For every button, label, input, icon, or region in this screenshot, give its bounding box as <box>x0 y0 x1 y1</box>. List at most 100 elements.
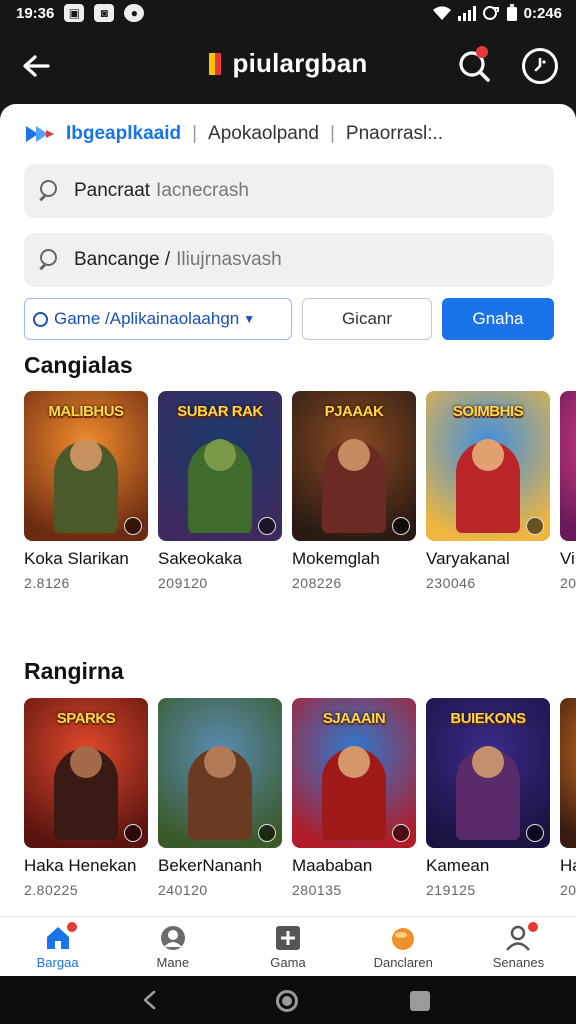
breadcrumb-brand[interactable]: Ibgeaplkaaid <box>66 123 181 145</box>
apply-button[interactable]: Gnaha <box>442 298 554 340</box>
circle-icon <box>33 311 48 327</box>
chevron-down-icon: ▼ <box>243 312 256 326</box>
nav-item[interactable]: Bargaa <box>0 917 115 976</box>
game-thumbnail[interactable] <box>560 698 576 848</box>
game-tile[interactable]: PJAAAK Mokemglah 208226 <box>292 391 416 591</box>
search-icon <box>459 51 490 82</box>
nav-label: Senanes <box>492 955 545 970</box>
game-downloads: 219125 <box>426 882 476 898</box>
system-back-icon[interactable] <box>140 990 160 1010</box>
game-title: Koka Slarikan <box>24 549 129 568</box>
category-search-input[interactable]: Bancange / Iliujrnasvash <box>24 233 554 287</box>
clear-button[interactable]: Gicanr <box>302 298 432 340</box>
nav-label: Bargaa <box>36 955 79 970</box>
game-logo-text: SJAAAIN <box>322 710 386 727</box>
gamepad-icon <box>274 925 302 951</box>
character-head <box>472 746 504 778</box>
game-art <box>560 698 576 848</box>
search-input[interactable]: Pancraat Iacnecrash <box>24 164 554 218</box>
game-downloads: 209120 <box>158 575 208 591</box>
timer-button[interactable] <box>522 48 558 84</box>
app-bar: piulargban <box>0 26 576 104</box>
character-head <box>338 746 370 778</box>
verified-badge-icon <box>526 517 544 535</box>
section-title: Cangialas <box>24 352 133 378</box>
search-button[interactable] <box>454 46 494 84</box>
game-tile[interactable]: SPARKS Haka Henekan 2.80225 <box>24 698 148 898</box>
notification-dot <box>476 46 488 58</box>
game-tile[interactable]: Ha 20 <box>560 698 576 898</box>
game-title: Mokemglah <box>292 549 380 568</box>
game-logo-text: PJAAAK <box>324 403 384 420</box>
status-time: 19:36 <box>16 4 55 22</box>
game-thumbnail[interactable]: SUBAR RAK <box>158 391 282 541</box>
nav-label: Danclaren <box>373 955 433 970</box>
game-thumbnail[interactable] <box>158 698 282 848</box>
character-head <box>204 746 236 778</box>
game-tile[interactable]: SOIMBHIS Varyakanal 230046 <box>426 391 550 591</box>
game-thumbnail[interactable]: SOIMBHIS <box>426 391 550 541</box>
timer-icon <box>534 57 546 72</box>
game-title: Haka Henekan <box>24 856 137 875</box>
game-thumbnail[interactable]: BUIEKONS <box>426 698 550 848</box>
game-thumbnail[interactable]: MALIBHUS <box>24 391 148 541</box>
game-tile[interactable]: MALIBHUS Koka Slarikan 2.8126 <box>24 391 148 591</box>
status-bar: 19:36 ▣ ◙ ● 0:246 <box>0 0 576 26</box>
app-title: piulargban <box>232 48 368 78</box>
content-card: Ibgeaplkaaid | Apokaolpand | Pnaorrasl:.… <box>0 104 576 916</box>
nav-item[interactable]: Gama <box>230 917 345 976</box>
game-downloads: 20 <box>560 575 576 591</box>
nav-item[interactable]: Mane <box>115 917 230 976</box>
system-home-icon[interactable] <box>276 990 298 1012</box>
filter-bar: Game /Aplikainaolaahgn ▼ Gicanr Gnaha <box>24 298 554 340</box>
game-tile[interactable]: SUBAR RAK Sakeokaka 209120 <box>158 391 282 591</box>
game-downloads: 2.8126 <box>24 575 70 591</box>
character-head <box>204 439 236 471</box>
game-tile[interactable]: SJAAAIN Maababan 280135 <box>292 698 416 898</box>
category-dropdown[interactable]: Game /Aplikainaolaahgn ▼ <box>24 298 292 340</box>
game-thumbnail[interactable]: SPARKS <box>24 698 148 848</box>
game-thumbnail[interactable]: PJAAAK <box>292 391 416 541</box>
system-nav-bar <box>0 976 576 1024</box>
chat-icon: ◙ <box>94 4 115 22</box>
verified-badge-icon <box>124 824 142 842</box>
dropdown-value: Game /Aplikainaolaahgn <box>54 309 240 328</box>
game-tile[interactable]: BekerNananh 240120 <box>158 698 282 898</box>
game-downloads: 2.80225 <box>24 882 79 898</box>
data-icon <box>482 6 499 20</box>
character-head <box>472 439 504 471</box>
system-recents-icon[interactable] <box>410 991 430 1011</box>
game-title: Varyakanal <box>426 549 510 568</box>
breadcrumb-separator: | <box>329 123 335 144</box>
game-logo-text: SPARKS <box>56 710 116 727</box>
character-head <box>70 746 102 778</box>
character-head <box>338 439 370 471</box>
notification-dot <box>526 921 539 933</box>
game-thumbnail[interactable] <box>560 391 576 541</box>
verified-badge-icon <box>392 517 410 535</box>
game-downloads: 230046 <box>426 575 476 591</box>
game-tile[interactable]: Vi 20 <box>560 391 576 591</box>
verified-badge-icon <box>392 824 410 842</box>
category-search-hint: Iliujrnasvash <box>176 249 282 270</box>
app-circle-icon: ● <box>124 4 145 22</box>
game-title: Kamean <box>426 856 490 875</box>
wifi-icon <box>432 6 451 20</box>
game-logo-text: SUBAR RAK <box>177 403 263 420</box>
game-tile[interactable]: BUIEKONS Kamean 219125 <box>426 698 550 898</box>
game-downloads: 280135 <box>292 882 342 898</box>
character-head <box>70 439 102 471</box>
nav-item[interactable]: Danclaren <box>346 917 461 976</box>
nav-label: Gama <box>270 955 306 970</box>
nav-item[interactable]: Senanes <box>461 917 576 976</box>
game-thumbnail[interactable]: SJAAAIN <box>292 698 416 848</box>
game-downloads: 208226 <box>292 575 342 591</box>
breadcrumb-item[interactable]: Apokaolpand <box>208 123 319 145</box>
breadcrumb: Ibgeaplkaaid | Apokaolpand | Pnaorrasl:.… <box>24 120 443 148</box>
battery-icon <box>506 4 517 21</box>
game-title: Maababan <box>292 856 373 875</box>
game-downloads: 20 <box>560 882 576 898</box>
breadcrumb-item[interactable]: Pnaorrasl:.. <box>346 123 443 145</box>
search-input-hint: Iacnecrash <box>156 180 249 201</box>
game-title: BekerNananh <box>158 856 262 875</box>
